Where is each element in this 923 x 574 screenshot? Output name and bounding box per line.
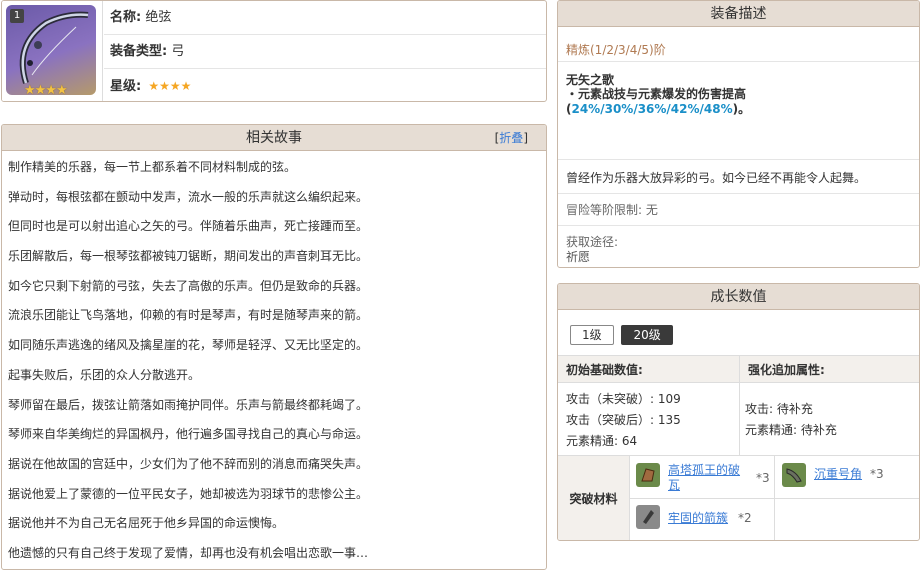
skill-values: 24%/30%/36%/42%/48%	[571, 102, 733, 116]
story-line: 乐团解散后，每一根琴弦都被钝刀锯断，期间发出的声音刺耳无比。	[8, 249, 369, 264]
star-rating: ★★★★	[148, 79, 192, 93]
story-line: 琴师来自华美绚烂的异国枫丹，他行遍多国寻找自己的真心与命运。	[8, 427, 369, 442]
type-label: 装备类型:	[110, 44, 168, 59]
column-divider	[739, 383, 740, 455]
name-row: 名称: 绝弦	[104, 1, 546, 35]
flavor-text: 曾经作为乐器大放异彩的弓。如今已经不再能令人起舞。	[566, 171, 867, 185]
fold-link[interactable]: 折叠	[499, 131, 523, 145]
base-stats-header: 初始基础数值:	[558, 355, 739, 383]
story-header: 相关故事 [折叠]	[2, 125, 546, 151]
weapon-thumbnail: 1 ★★★★	[2, 1, 103, 101]
extra-stats-header: 强化追加属性:	[739, 355, 919, 383]
story-panel: 相关故事 [折叠] 制作精美的乐器，每一节上都系着不同材料制成的弦。弹动时，每根…	[1, 124, 547, 570]
material-count: *3	[756, 471, 770, 485]
divider	[558, 159, 919, 160]
stars-row: 星级: ★★★★	[104, 69, 546, 101]
heavy-horn-icon	[782, 463, 806, 487]
materials-label: 突破材料	[558, 455, 630, 540]
material-link[interactable]: 牢固的箭簇	[668, 511, 728, 526]
stars-label: 星级:	[110, 79, 142, 94]
material-item: 高塔孤王的破瓦 *3	[636, 463, 772, 495]
skill-name: 无矢之歌	[566, 73, 615, 87]
name-value: 绝弦	[145, 10, 172, 25]
type-value: 弓	[171, 44, 185, 59]
growth-header: 成长数值	[558, 284, 919, 310]
thumb-star-rating: ★★★★	[24, 83, 68, 95]
material-link[interactable]: 高塔孤王的破瓦	[668, 463, 748, 493]
level-20-button[interactable]: 20级	[621, 325, 673, 345]
story-title: 相关故事	[246, 130, 302, 146]
material-count: *3	[870, 467, 884, 481]
story-line: 如今它只剩下射箭的弓弦，失去了高傲的乐声。但仍是致命的兵器。	[8, 278, 369, 293]
story-line: 据说他爱上了蒙德的一位平民女子，她却被选为羽球节的悲惨公主。	[8, 486, 369, 501]
story-line: 据说在他故国的宫廷中，少女们为了他不辞而别的消息而痛哭失声。	[8, 456, 369, 471]
story-line: 据说他并不为自己无名屈死于他乡异国的命运懊悔。	[8, 516, 285, 531]
base-stat-atk-ascended: 攻击（突破后）: 135	[566, 413, 681, 427]
weapon-level-badge: 1	[10, 9, 24, 23]
story-line: 制作精美的乐器，每一节上都系着不同材料制成的弦。	[8, 160, 297, 174]
level-1-button[interactable]: 1级	[570, 325, 614, 345]
adventure-rank-limit: 冒险等阶限制: 无	[566, 203, 658, 217]
growth-panel: 成长数值 1级 20级 初始基础数值: 强化追加属性: 攻击（未突破）: 109…	[557, 283, 920, 541]
base-stat-atk-unascended: 攻击（未突破）: 109	[566, 392, 681, 406]
weapon-info-panel: 1 ★★★★ 名称: 绝弦 装备类型: 弓 星级: ★★★★	[1, 0, 547, 102]
material-item: 沉重号角 *3	[782, 463, 912, 495]
divider	[630, 498, 919, 499]
story-text: 制作精美的乐器，每一节上都系着不同材料制成的弦。弹动时，每根弦都在颤动中发声，流…	[2, 151, 546, 569]
arrowhead-icon	[636, 505, 660, 529]
description-header: 装备描述	[558, 1, 919, 27]
material-link[interactable]: 沉重号角	[814, 467, 862, 482]
growth-table: 初始基础数值: 强化追加属性: 攻击（未突破）: 109 攻击（突破后）: 13…	[558, 355, 919, 540]
tower-tile-icon	[636, 463, 660, 487]
fold-toggle: [折叠]	[495, 125, 528, 151]
fold-bracket-close: ]	[523, 131, 528, 145]
material-item: 牢固的箭簇 *2	[636, 505, 772, 535]
source-value: 祈愿	[566, 250, 591, 264]
divider	[558, 61, 919, 62]
story-line: 起事失败后，乐团的众人分散逃开。	[8, 367, 201, 382]
story-line: 他遗憾的只有自己终于发现了爱情，却再也没有机会唱出恋歌一事…	[8, 545, 369, 560]
extra-stat-atk: 攻击: 待补充	[745, 402, 813, 416]
description-panel: 装备描述 精炼(1/2/3/4/5)阶 无矢之歌 ・元素战技与元素爆发的伤害提高…	[557, 0, 920, 268]
material-count: *2	[738, 511, 752, 525]
level-switcher: 1级 20级	[570, 325, 677, 345]
type-row: 装备类型: 弓	[104, 35, 546, 69]
weapon-image: 1 ★★★★	[6, 5, 96, 95]
refine-label: 精炼(1/2/3/4/5)阶	[566, 43, 666, 57]
extra-stat-em: 元素精通: 待补充	[745, 423, 837, 437]
divider	[558, 193, 919, 194]
skill-description: ・元素战技与元素爆发的伤害提高(24%/30%/36%/42%/48%)。	[566, 87, 911, 117]
story-line: 琴师留在最后，拨弦让箭落如雨掩护同伴。乐声与箭最终都耗竭了。	[8, 397, 369, 412]
story-line: 流浪乐团能让飞鸟落地，仰赖的有时是琴声，有时是随琴声来的箭。	[8, 308, 369, 323]
divider	[558, 225, 919, 226]
skill-desc-suffix: )。	[732, 102, 751, 116]
story-line: 如同随乐声逃逸的绪风及擒星崖的花，琴师是轻浮、又无比坚定的。	[8, 338, 369, 353]
base-stat-em: 元素精通: 64	[566, 434, 638, 448]
story-line: 弹动时，每根弦都在颤动中发声，流水一般的乐声就这么编织起来。	[8, 189, 369, 204]
story-line: 但同时也是可以射出追心之矢的弓。伴随着乐曲声，死亡接踵而至。	[8, 219, 369, 234]
name-label: 名称:	[110, 10, 142, 25]
